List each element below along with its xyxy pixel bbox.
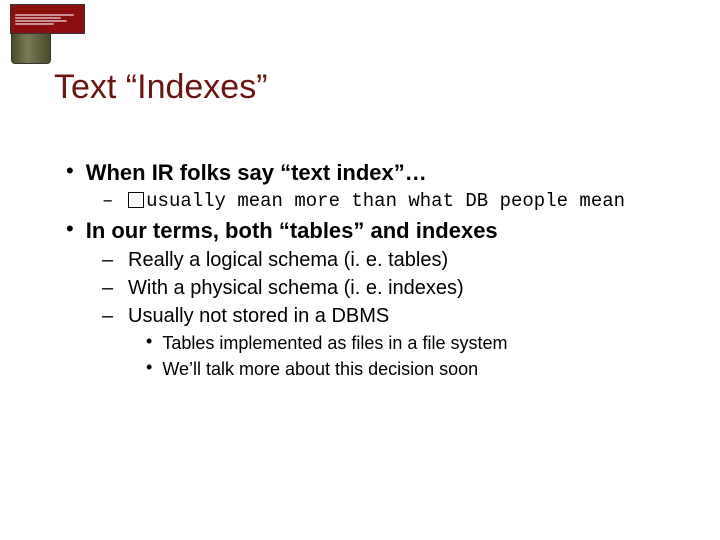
- bullet-1-sub-1: usually mean more than what DB people me…: [128, 188, 625, 215]
- bullet-1-sub-1-text: usually mean more than what DB people me…: [146, 190, 625, 212]
- bullet-level-1: • When IR folks say “text index”…: [66, 158, 686, 188]
- bullet-level-3: • Tables implemented as files in a file …: [146, 330, 686, 356]
- bullet-level-2: – Really a logical schema (i. e. tables): [102, 246, 686, 274]
- logo-line: [15, 14, 74, 16]
- bullet-level-3: • We’ll talk more about this decision so…: [146, 356, 686, 382]
- bullet-level-2: – usually mean more than what DB people …: [102, 188, 686, 215]
- bullet-2-sub3-2: We’ll talk more about this decision soon: [162, 356, 478, 382]
- dash-icon: –: [102, 274, 116, 302]
- bullet-level-1: • In our terms, both “tables” and indexe…: [66, 216, 686, 246]
- bullet-dot-icon: •: [146, 328, 152, 354]
- bullet-dot-icon: •: [66, 214, 74, 244]
- bullet-2-sub-2: With a physical schema (i. e. indexes): [128, 274, 464, 302]
- missing-glyph-icon: [128, 192, 144, 208]
- logo-line: [15, 17, 61, 19]
- bullet-dot-icon: •: [146, 354, 152, 380]
- slide: Text “Indexes” • When IR folks say “text…: [0, 0, 720, 540]
- bullet-2-sub-1: Really a logical schema (i. e. tables): [128, 246, 448, 274]
- logo-line: [15, 20, 67, 22]
- dash-icon: –: [102, 302, 116, 330]
- dash-icon: –: [102, 188, 116, 215]
- logo-line: [15, 23, 54, 25]
- dash-icon: –: [102, 246, 116, 274]
- logo: [10, 4, 85, 64]
- bullet-level-2: – Usually not stored in a DBMS: [102, 302, 686, 330]
- slide-title: Text “Indexes”: [54, 68, 268, 107]
- bullet-dot-icon: •: [66, 156, 74, 186]
- bullet-level-2: – With a physical schema (i. e. indexes): [102, 274, 686, 302]
- logo-top: [10, 4, 85, 34]
- bullet-1-text: When IR folks say “text index”…: [86, 158, 427, 188]
- bullet-2-text: In our terms, both “tables” and indexes: [86, 216, 498, 246]
- slide-body: • When IR folks say “text index”… – usua…: [66, 156, 686, 382]
- logo-bottom: [11, 34, 51, 64]
- bullet-2-sub-3: Usually not stored in a DBMS: [128, 302, 389, 330]
- bullet-2-sub3-1: Tables implemented as files in a file sy…: [162, 330, 507, 356]
